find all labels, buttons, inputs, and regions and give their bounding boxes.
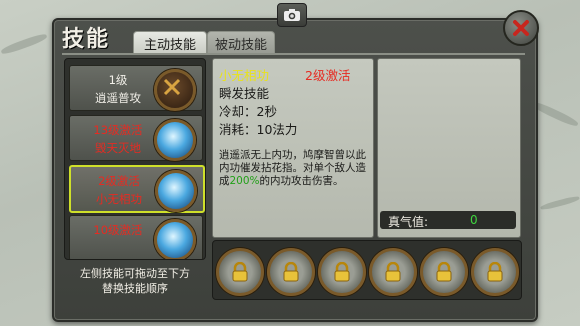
desc-text: 的内功攻击伤害。 bbox=[259, 175, 344, 187]
skill-slot[interactable] bbox=[216, 248, 264, 296]
skill-detail-panel: 小无相功 2级激活 瞬发技能 冷却：2秒 消耗：10法力 逍遥派无上内功，鸠摩智… bbox=[212, 58, 374, 238]
skill-name: 毁天灭地 bbox=[95, 141, 141, 155]
desc-percent: 200% bbox=[229, 175, 260, 187]
skill-level: 1级 bbox=[108, 73, 128, 87]
detail-type: 瞬发技能 bbox=[219, 86, 270, 101]
tab-active-skills[interactable]: 主动技能 bbox=[133, 31, 207, 54]
lock-icon bbox=[283, 262, 299, 282]
bamboo-decoration bbox=[0, 32, 48, 56]
skill-item-selected[interactable]: 2级激活 小无相功 bbox=[69, 165, 205, 213]
lock-icon bbox=[487, 262, 503, 282]
qi-label: 真气值: bbox=[388, 215, 429, 229]
skill-level: 2级激活 bbox=[98, 174, 140, 188]
tab-passive-skills[interactable]: 被动技能 bbox=[207, 31, 275, 54]
skill-item[interactable]: 1级 逍遥普攻 bbox=[69, 65, 203, 111]
skill-icon bbox=[154, 219, 196, 259]
skill-icon bbox=[155, 170, 197, 212]
detail-skill-name: 小无相功 bbox=[219, 68, 270, 83]
qi-value: 0 bbox=[470, 213, 478, 227]
skill-slot[interactable] bbox=[318, 248, 366, 296]
lock-icon bbox=[385, 262, 401, 282]
detail-description: 逍遥派无上内功，鸠摩智曾以此内功催发拈花指。对单个敌人造成200%的内功攻击伤害… bbox=[219, 149, 369, 188]
close-icon bbox=[513, 20, 529, 36]
skill-icon bbox=[154, 119, 196, 161]
detail-activation: 2级激活 bbox=[305, 68, 351, 83]
drag-hint: 左侧技能可拖动至下方 替换技能顺序 bbox=[60, 266, 210, 296]
camera-icon bbox=[284, 9, 300, 21]
skill-name: 小无相功 bbox=[96, 192, 142, 206]
skill-slot[interactable] bbox=[267, 248, 315, 296]
detail-cost: 消耗：10法力 bbox=[219, 122, 298, 137]
lock-icon bbox=[436, 262, 452, 282]
skill-slot[interactable] bbox=[471, 248, 519, 296]
camera-button[interactable] bbox=[277, 3, 307, 27]
skill-item[interactable]: 13级激活 毁天灭地 bbox=[69, 115, 203, 161]
skill-item[interactable]: 10级激活 bbox=[69, 215, 203, 259]
hint-line: 左侧技能可拖动至下方 bbox=[80, 267, 190, 280]
close-button[interactable] bbox=[503, 10, 539, 46]
skill-level: 13级激活 bbox=[93, 123, 143, 137]
skill-icon bbox=[154, 69, 196, 111]
window-title: 技能 bbox=[62, 27, 111, 52]
skill-list[interactable]: 1级 逍遥普攻 13级激活 毁天灭地 2级激活 小无相功 10级激活 bbox=[64, 58, 206, 260]
skill-slot[interactable] bbox=[369, 248, 417, 296]
bamboo-decoration bbox=[539, 194, 580, 212]
lock-icon bbox=[334, 262, 350, 282]
lock-icon bbox=[232, 262, 248, 282]
hint-line: 替换技能顺序 bbox=[102, 282, 168, 295]
tab-divider bbox=[62, 53, 525, 55]
skill-slot[interactable] bbox=[420, 248, 468, 296]
detail-cooldown: 冷却：2秒 bbox=[219, 104, 277, 119]
skill-level: 10级激活 bbox=[93, 223, 143, 237]
skill-name: 逍遥普攻 bbox=[95, 91, 141, 105]
